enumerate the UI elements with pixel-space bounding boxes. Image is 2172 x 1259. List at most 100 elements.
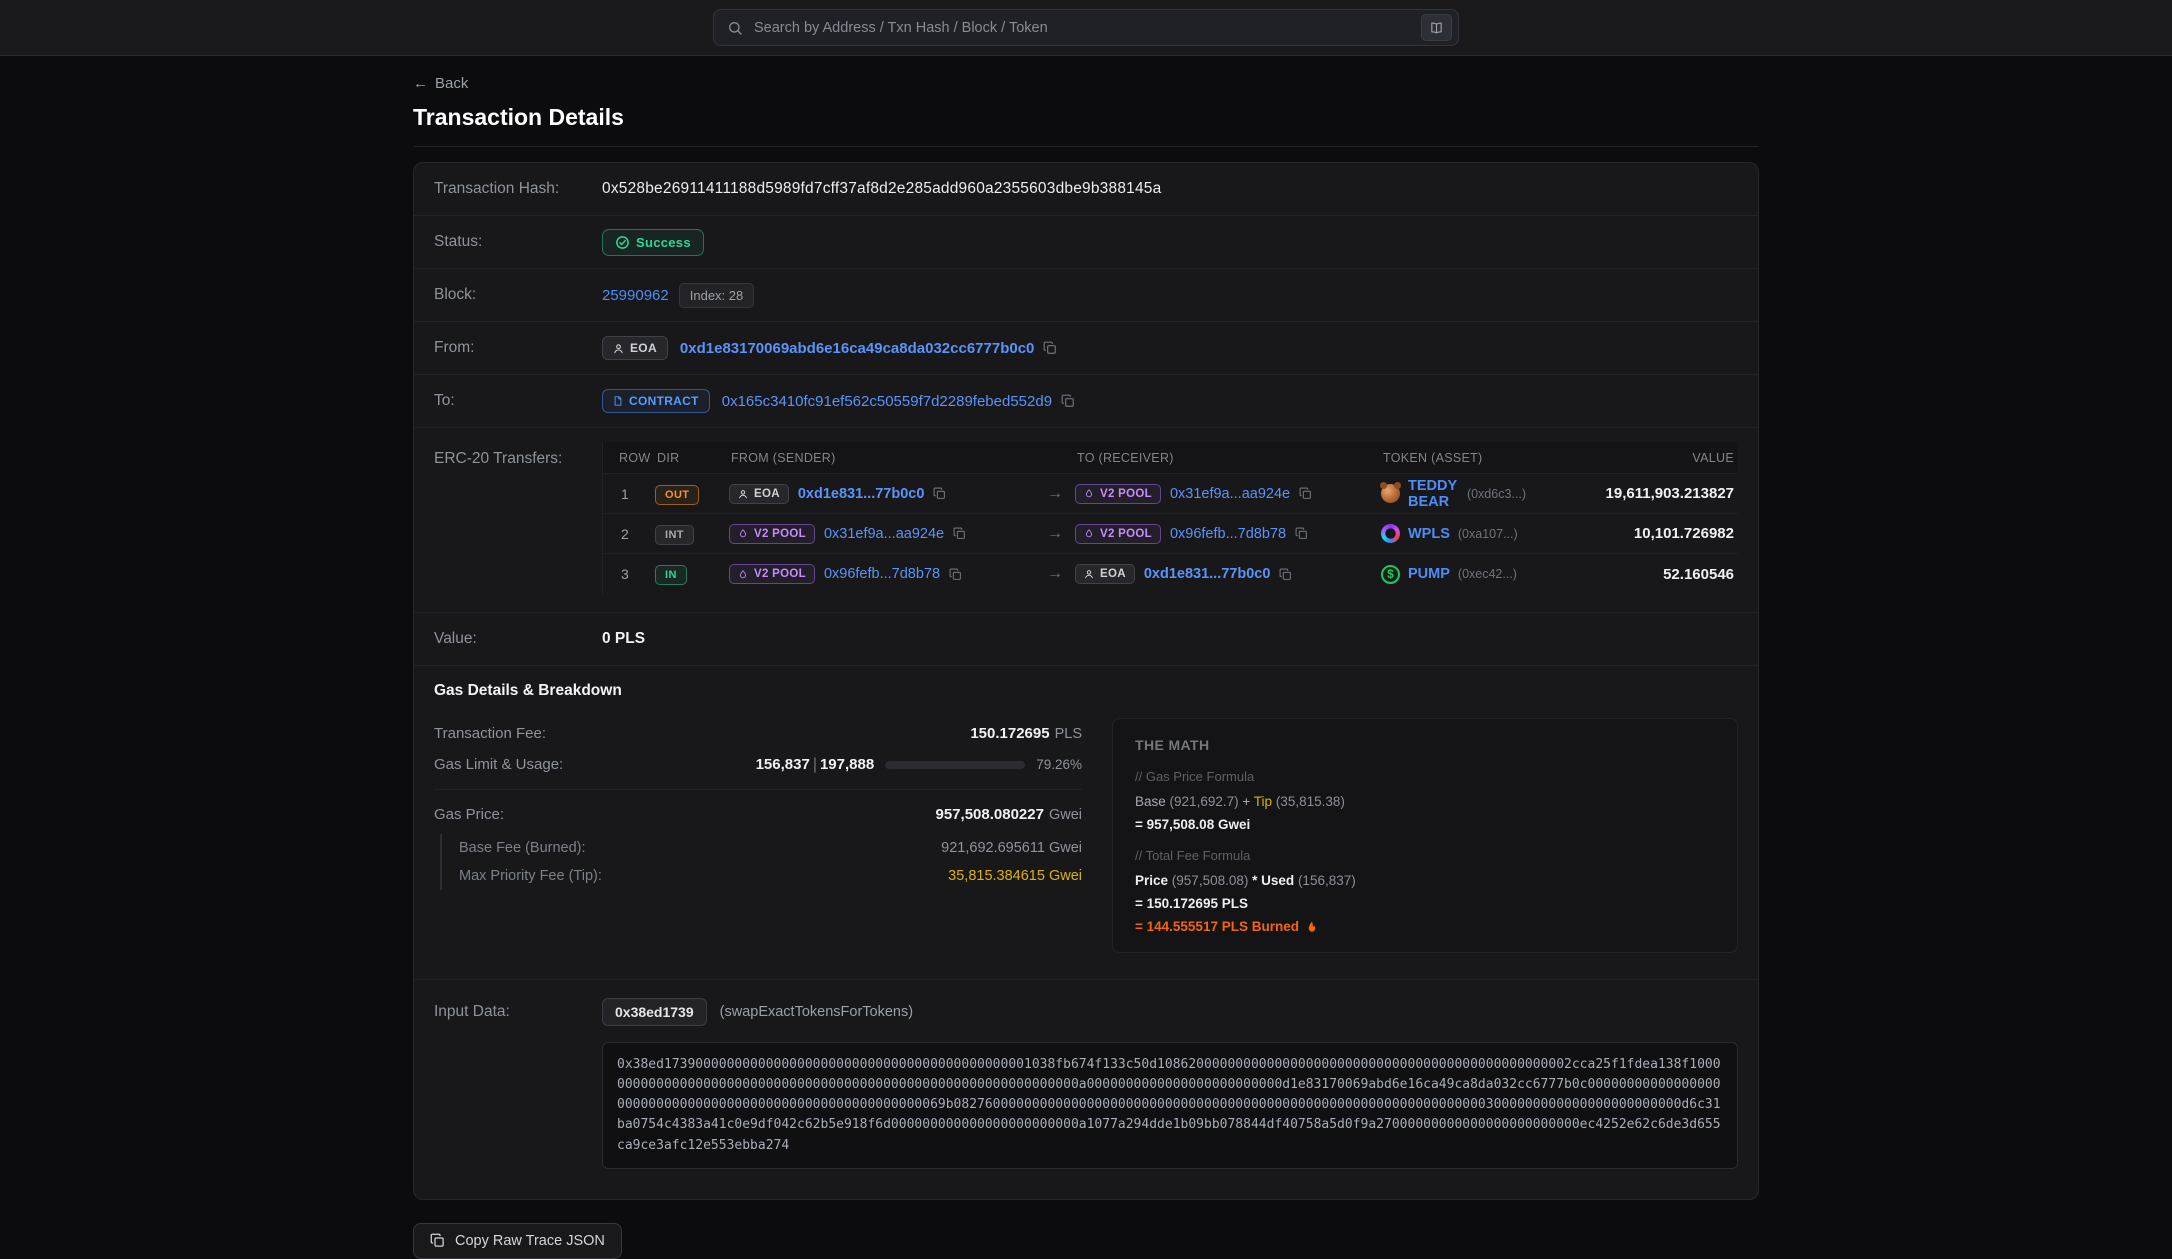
transfer-to-address[interactable]: 0xd1e831...77b0c0 xyxy=(1144,566,1271,582)
title-separator xyxy=(413,146,1759,147)
copy-raw-trace-button[interactable]: Copy Raw Trace JSON xyxy=(413,1223,622,1259)
token-name-link[interactable]: WPLS xyxy=(1408,526,1450,542)
transaction-hash-row: Transaction Hash: 0x528be26911411188d598… xyxy=(414,163,1758,216)
gas-price-formula: Base (921,692.7) + Tip (35,815.38) xyxy=(1135,794,1715,809)
erc20-transfers-label: ERC-20 Transfers: xyxy=(434,442,602,468)
gas-price-label: Gas Price: xyxy=(434,806,504,823)
header-to: TO (RECEIVER) xyxy=(1075,451,1381,465)
eoa-badge: EOA xyxy=(729,484,789,504)
search-input[interactable] xyxy=(752,19,1421,37)
transaction-details-card: Transaction Hash: 0x528be26911411188d598… xyxy=(413,162,1759,1200)
transfer-value: 52.160546 xyxy=(1526,566,1738,583)
block-index-badge: Index: 28 xyxy=(679,283,755,308)
dir-badge-in: IN xyxy=(655,565,687,585)
transfers-table-header: ROW DIR FROM (SENDER) TO (RECEIVER) TOKE… xyxy=(603,442,1738,474)
to-address-link[interactable]: 0x165c3410fc91ef562c50559f7d2289febed552… xyxy=(722,393,1052,410)
total-fee-formula-comment: // Total Fee Formula xyxy=(1135,848,1715,863)
row-number: 1 xyxy=(603,486,655,502)
from-row: From: EOA 0xd1e83170069abd6e16ca49ca8da0… xyxy=(414,322,1758,375)
back-link[interactable]: ← Back xyxy=(413,75,468,92)
contract-badge: CONTRACT xyxy=(602,389,710,413)
gas-price-unit: Gwei xyxy=(1049,807,1082,823)
gas-separator xyxy=(434,789,1082,790)
transfer-value: 19,611,903.213827 xyxy=(1526,485,1738,502)
transaction-hash-label: Transaction Hash: xyxy=(434,180,602,198)
person-icon xyxy=(613,343,624,354)
value-label: Value: xyxy=(434,630,602,648)
arrow-right-icon: → xyxy=(1035,485,1075,503)
status-label: Status: xyxy=(434,233,602,251)
token-address-short: (0xd6c3...) xyxy=(1467,487,1526,501)
teddy-bear-token-icon xyxy=(1381,484,1400,503)
page-title: Transaction Details xyxy=(413,104,1759,131)
transfer-from-address[interactable]: 0x96fefb...7d8b78 xyxy=(824,566,940,582)
transfer-to-address[interactable]: 0x96fefb...7d8b78 xyxy=(1170,526,1286,542)
v2-pool-badge: V2 POOL xyxy=(729,524,815,544)
contract-file-icon xyxy=(613,395,623,407)
the-math-panel: THE MATH // Gas Price Formula Base (921,… xyxy=(1112,718,1738,953)
status-row: Status: Success xyxy=(414,216,1758,269)
token-name-link[interactable]: TEDDY BEAR xyxy=(1408,478,1459,510)
base-fee-label: Base Fee (Burned): xyxy=(459,840,586,856)
arrow-right-icon: → xyxy=(1035,565,1075,583)
book-icon xyxy=(1429,21,1444,35)
copy-from-address-icon[interactable] xyxy=(1043,341,1057,355)
droplet-icon xyxy=(1084,528,1094,539)
method-selector-badge[interactable]: 0x38ed1739 xyxy=(602,998,707,1026)
copy-icon[interactable] xyxy=(1295,527,1308,540)
search-bar[interactable] xyxy=(713,9,1459,46)
transfer-from-address[interactable]: 0xd1e831...77b0c0 xyxy=(798,486,925,502)
copy-to-address-icon[interactable] xyxy=(1061,394,1075,408)
row-number: 3 xyxy=(603,566,655,582)
input-data-hex: 0x38ed1739000000000000000000000000000000… xyxy=(602,1042,1738,1169)
status-text: Success xyxy=(636,235,691,250)
transaction-fee-label: Transaction Fee: xyxy=(434,725,546,742)
copy-icon[interactable] xyxy=(1299,487,1312,500)
arrow-right-icon: → xyxy=(1035,525,1075,543)
burned-result: = 144.555517 PLS Burned xyxy=(1135,919,1715,934)
erc20-transfers-row: ERC-20 Transfers: ROW DIR FROM (SENDER) … xyxy=(414,428,1758,613)
method-name: (swapExactTokensForTokens) xyxy=(720,1004,913,1020)
priority-fee-value: 35,815.384615 Gwei xyxy=(948,868,1082,884)
header-dir: DIR xyxy=(655,451,729,465)
from-label: From: xyxy=(434,339,602,357)
person-icon xyxy=(738,489,748,499)
transfer-value: 10,101.726982 xyxy=(1526,525,1738,542)
transfer-from-address[interactable]: 0x31ef9a...aa924e xyxy=(824,526,944,542)
block-label: Block: xyxy=(434,286,602,304)
gas-limit-label: Gas Limit & Usage: xyxy=(434,756,563,773)
input-data-section: Input Data: 0x38ed1739 (swapExactTokensF… xyxy=(414,980,1758,1199)
search-icon xyxy=(727,20,743,36)
to-label: To: xyxy=(434,392,602,410)
input-data-label: Input Data: xyxy=(434,1003,602,1021)
from-address-link[interactable]: 0xd1e83170069abd6e16ca49ca8da032cc6777b0… xyxy=(680,340,1034,357)
copy-icon[interactable] xyxy=(1279,568,1292,581)
header-from: FROM (SENDER) xyxy=(729,451,1035,465)
copy-icon[interactable] xyxy=(949,568,962,581)
droplet-icon xyxy=(1084,488,1094,499)
transfers-table: ROW DIR FROM (SENDER) TO (RECEIVER) TOKE… xyxy=(602,442,1738,594)
total-fee-result: = 150.172695 PLS xyxy=(1135,896,1715,911)
person-icon xyxy=(1084,569,1094,579)
header-token: TOKEN (ASSET) xyxy=(1381,451,1526,465)
copy-icon[interactable] xyxy=(933,487,946,500)
block-number-link[interactable]: 25990962 xyxy=(602,287,669,304)
gas-price-value: 957,508.080227 xyxy=(936,806,1044,823)
transfer-to-address[interactable]: 0x31ef9a...aa924e xyxy=(1170,486,1290,502)
address-book-button[interactable] xyxy=(1421,14,1452,41)
contract-badge-label: CONTRACT xyxy=(629,394,699,408)
block-row: Block: 25990962 Index: 28 xyxy=(414,269,1758,322)
flame-icon xyxy=(1306,920,1318,934)
copy-icon[interactable] xyxy=(953,527,966,540)
gas-limit-value: 197,888 xyxy=(820,756,874,773)
priority-fee-label: Max Priority Fee (Tip): xyxy=(459,868,602,884)
back-label: Back xyxy=(435,75,468,92)
base-fee-value: 921,692.695611 Gwei xyxy=(941,840,1082,856)
token-name-link[interactable]: PUMP xyxy=(1408,566,1450,582)
header-value: VALUE xyxy=(1526,451,1738,465)
value-amount: 0 PLS xyxy=(602,630,645,648)
row-number: 2 xyxy=(603,526,655,542)
droplet-icon xyxy=(738,528,748,539)
v2-pool-badge: V2 POOL xyxy=(1075,524,1161,544)
base-fee-row: Base Fee (Burned): 921,692.695611 Gwei xyxy=(459,834,1082,862)
